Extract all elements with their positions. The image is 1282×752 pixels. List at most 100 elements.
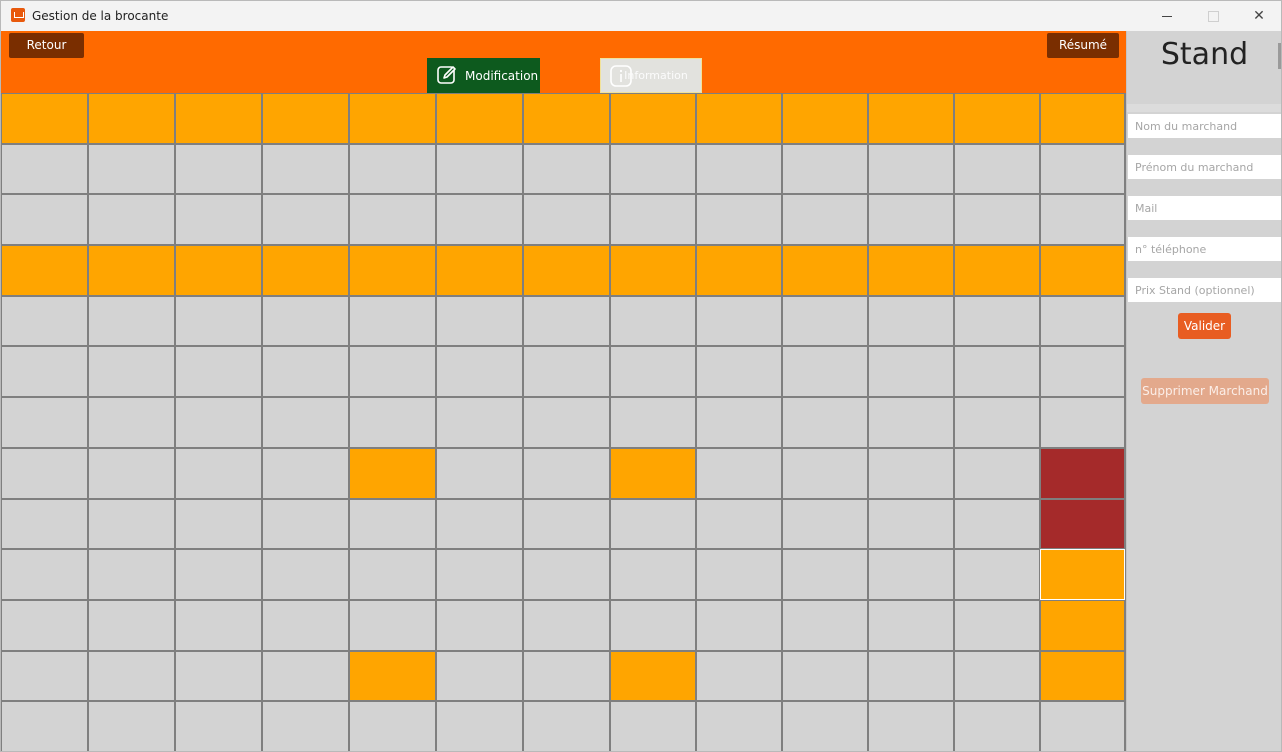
grid-cell[interactable] — [88, 599, 175, 651]
grid-cell[interactable] — [88, 346, 175, 398]
grid-cell[interactable] — [88, 701, 175, 751]
grid-cell[interactable] — [88, 498, 175, 550]
grid-cell[interactable] — [868, 346, 954, 398]
grid-cell[interactable] — [610, 346, 696, 398]
grid-cell[interactable] — [523, 498, 610, 550]
grid-cell[interactable] — [175, 93, 262, 144]
grid-cell[interactable] — [175, 549, 262, 600]
grid-cell[interactable] — [954, 194, 1040, 246]
grid-cell[interactable] — [1, 397, 88, 448]
grid-cell[interactable] — [1, 346, 88, 398]
grid-cell[interactable] — [349, 599, 436, 651]
grid-cell[interactable] — [436, 599, 523, 651]
grid-cell[interactable] — [262, 498, 349, 550]
grid-cell[interactable] — [610, 701, 696, 751]
grid-cell[interactable] — [1040, 93, 1125, 144]
grid-cell[interactable] — [349, 143, 436, 195]
grid-cell[interactable] — [696, 143, 782, 195]
grid-cell[interactable] — [262, 295, 349, 347]
grid-cell[interactable] — [88, 650, 175, 702]
grid-cell[interactable] — [349, 397, 436, 448]
grid-cell[interactable] — [610, 498, 696, 550]
grid-cell[interactable] — [436, 346, 523, 398]
grid-cell[interactable] — [868, 194, 954, 246]
grid-cell[interactable] — [262, 447, 349, 499]
grid-cell[interactable] — [523, 93, 610, 144]
grid-cell[interactable] — [610, 549, 696, 600]
grid-cell[interactable] — [610, 194, 696, 246]
grid-cell[interactable] — [175, 447, 262, 499]
grid-cell[interactable] — [262, 397, 349, 448]
grid-cell[interactable] — [782, 650, 868, 702]
grid-cell[interactable] — [696, 447, 782, 499]
grid-cell[interactable] — [88, 143, 175, 195]
grid-cell[interactable] — [696, 93, 782, 144]
grid-cell[interactable] — [1, 295, 88, 347]
grid-cell[interactable] — [868, 245, 954, 296]
grid-cell[interactable] — [782, 599, 868, 651]
grid-cell[interactable] — [954, 650, 1040, 702]
grid-cell[interactable] — [349, 549, 436, 600]
grid-cell[interactable] — [954, 93, 1040, 144]
grid-cell[interactable] — [954, 295, 1040, 347]
grid-cell[interactable] — [175, 701, 262, 751]
grid-cell[interactable] — [349, 346, 436, 398]
grid-cell[interactable] — [436, 498, 523, 550]
grid-cell[interactable] — [262, 143, 349, 195]
grid-cell[interactable] — [782, 549, 868, 600]
grid-cell[interactable] — [1040, 447, 1125, 499]
grid-cell[interactable] — [954, 498, 1040, 550]
grid-cell[interactable] — [782, 498, 868, 550]
grid-cell[interactable] — [349, 295, 436, 347]
grid-cell[interactable] — [523, 295, 610, 347]
grid-cell[interactable] — [436, 447, 523, 499]
grid-cell[interactable] — [868, 599, 954, 651]
grid-cell[interactable] — [1, 194, 88, 246]
grid-cell[interactable] — [696, 650, 782, 702]
grid-cell[interactable] — [610, 599, 696, 651]
grid-cell[interactable] — [868, 701, 954, 751]
minimize-button[interactable] — [1144, 1, 1190, 31]
grid-cell[interactable] — [262, 346, 349, 398]
grid-cell[interactable] — [868, 93, 954, 144]
grid-cell[interactable] — [175, 245, 262, 296]
grid-cell[interactable] — [610, 447, 696, 499]
grid-cell[interactable] — [1, 701, 88, 751]
grid-cell[interactable] — [1040, 498, 1125, 550]
grid-cell[interactable] — [696, 194, 782, 246]
grid-cell[interactable] — [88, 194, 175, 246]
grid-cell[interactable] — [349, 447, 436, 499]
grid-cell[interactable] — [696, 498, 782, 550]
grid-cell[interactable] — [436, 194, 523, 246]
grid-cell[interactable] — [782, 93, 868, 144]
grid-cell[interactable] — [1040, 549, 1125, 600]
grid-cell[interactable] — [436, 143, 523, 195]
grid-cell[interactable] — [782, 245, 868, 296]
grid-cell[interactable] — [349, 93, 436, 144]
summary-button[interactable]: Résumé — [1047, 33, 1119, 58]
grid-cell[interactable] — [349, 701, 436, 751]
grid-cell[interactable] — [868, 447, 954, 499]
validate-button[interactable]: Valider — [1178, 313, 1231, 339]
grid-cell[interactable] — [1, 447, 88, 499]
merchant-firstname-field[interactable] — [1128, 155, 1281, 179]
mail-field[interactable] — [1128, 196, 1281, 220]
grid-cell[interactable] — [262, 245, 349, 296]
grid-cell[interactable] — [262, 650, 349, 702]
grid-cell[interactable] — [954, 143, 1040, 195]
grid-cell[interactable] — [696, 701, 782, 751]
grid-cell[interactable] — [1, 650, 88, 702]
grid-cell[interactable] — [175, 194, 262, 246]
grid-cell[interactable] — [954, 701, 1040, 751]
grid-cell[interactable] — [436, 93, 523, 144]
grid-cell[interactable] — [88, 549, 175, 600]
grid-cell[interactable] — [782, 194, 868, 246]
grid-cell[interactable] — [954, 245, 1040, 296]
grid-cell[interactable] — [349, 498, 436, 550]
grid-cell[interactable] — [1, 245, 88, 296]
grid-cell[interactable] — [1040, 194, 1125, 246]
grid-cell[interactable] — [868, 650, 954, 702]
grid-cell[interactable] — [175, 650, 262, 702]
grid-cell[interactable] — [175, 599, 262, 651]
close-button[interactable]: ✕ — [1236, 1, 1281, 31]
